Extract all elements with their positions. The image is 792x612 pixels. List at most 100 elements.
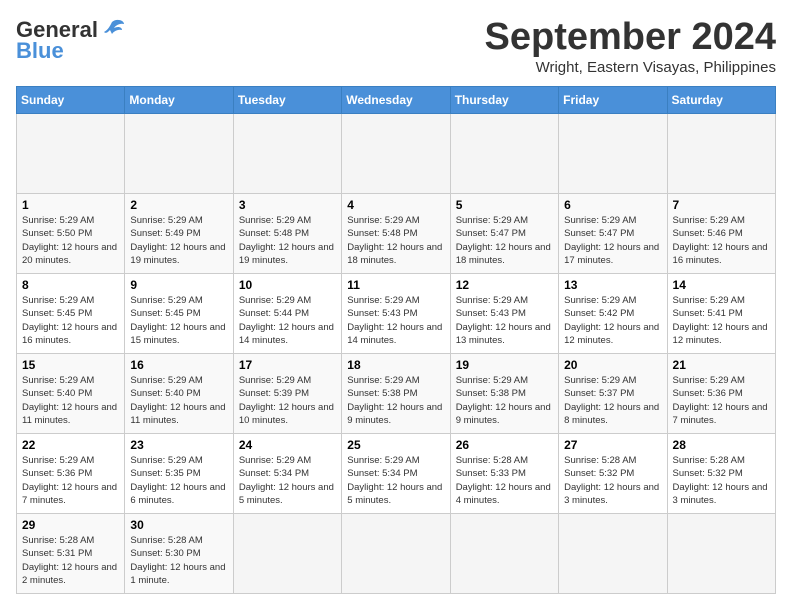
day-number: 7 xyxy=(673,198,770,212)
table-row: 20 Sunrise: 5:29 AM Sunset: 5:37 PM Dayli… xyxy=(559,354,667,434)
title-block: September 2024 Wright, Eastern Visayas, … xyxy=(485,16,777,76)
day-info: Sunrise: 5:29 AM Sunset: 5:39 PM Dayligh… xyxy=(239,374,336,427)
day-info: Sunrise: 5:29 AM Sunset: 5:34 PM Dayligh… xyxy=(239,454,336,507)
day-info: Sunrise: 5:29 AM Sunset: 5:37 PM Dayligh… xyxy=(564,374,661,427)
table-row xyxy=(342,514,450,594)
day-info: Sunrise: 5:29 AM Sunset: 5:36 PM Dayligh… xyxy=(22,454,119,507)
table-row: 6Sunrise: 5:29 AM Sunset: 5:47 PM Daylig… xyxy=(559,194,667,274)
table-row: 24 Sunrise: 5:29 AM Sunset: 5:34 PM Dayli… xyxy=(233,434,341,514)
day-info: Sunrise: 5:29 AM Sunset: 5:43 PM Dayligh… xyxy=(347,294,444,347)
day-number: 13 xyxy=(564,278,661,292)
day-number: 29 xyxy=(22,518,119,532)
day-info: Sunrise: 5:29 AM Sunset: 5:36 PM Dayligh… xyxy=(673,374,770,427)
table-row: 1 Sunrise: 5:29 AM Sunset: 5:50 PM Daylig… xyxy=(17,194,125,274)
table-row: 22Sunrise: 5:29 AM Sunset: 5:36 PM Dayli… xyxy=(17,434,125,514)
day-number: 18 xyxy=(347,358,444,372)
day-number: 6 xyxy=(564,198,661,212)
day-info: Sunrise: 5:29 AM Sunset: 5:48 PM Dayligh… xyxy=(347,214,444,267)
day-number: 23 xyxy=(130,438,227,452)
day-number: 28 xyxy=(673,438,770,452)
day-info: Sunrise: 5:29 AM Sunset: 5:42 PM Dayligh… xyxy=(564,294,661,347)
col-saturday: Saturday xyxy=(667,87,775,114)
table-row: 4Sunrise: 5:29 AM Sunset: 5:48 PM Daylig… xyxy=(342,194,450,274)
day-info: Sunrise: 5:29 AM Sunset: 5:38 PM Dayligh… xyxy=(347,374,444,427)
calendar-header-row: Sunday Monday Tuesday Wednesday Thursday… xyxy=(17,87,776,114)
table-row: 12Sunrise: 5:29 AM Sunset: 5:43 PM Dayli… xyxy=(450,274,558,354)
table-row: 16Sunrise: 5:29 AM Sunset: 5:40 PM Dayli… xyxy=(125,354,233,434)
col-wednesday: Wednesday xyxy=(342,87,450,114)
col-friday: Friday xyxy=(559,87,667,114)
day-info: Sunrise: 5:29 AM Sunset: 5:50 PM Dayligh… xyxy=(22,214,119,267)
table-row xyxy=(450,514,558,594)
calendar-week-row xyxy=(17,114,776,194)
day-number: 19 xyxy=(456,358,553,372)
table-row: 19 Sunrise: 5:29 AM Sunset: 5:38 PM Dayli… xyxy=(450,354,558,434)
day-info: Sunrise: 5:29 AM Sunset: 5:43 PM Dayligh… xyxy=(456,294,553,347)
day-number: 11 xyxy=(347,278,444,292)
day-info: Sunrise: 5:29 AM Sunset: 5:48 PM Dayligh… xyxy=(239,214,336,267)
day-info: Sunrise: 5:28 AM Sunset: 5:31 PM Dayligh… xyxy=(22,534,119,587)
calendar-week-row: 29 Sunrise: 5:28 AM Sunset: 5:31 PM Dayli… xyxy=(17,514,776,594)
table-row xyxy=(233,514,341,594)
col-sunday: Sunday xyxy=(17,87,125,114)
day-number: 15 xyxy=(22,358,119,372)
table-row: 7 Sunrise: 5:29 AM Sunset: 5:46 PM Daylig… xyxy=(667,194,775,274)
table-row: 3 Sunrise: 5:29 AM Sunset: 5:48 PM Daylig… xyxy=(233,194,341,274)
table-row: 15 Sunrise: 5:29 AM Sunset: 5:40 PM Dayli… xyxy=(17,354,125,434)
day-number: 10 xyxy=(239,278,336,292)
day-info: Sunrise: 5:28 AM Sunset: 5:32 PM Dayligh… xyxy=(673,454,770,507)
day-info: Sunrise: 5:29 AM Sunset: 5:34 PM Dayligh… xyxy=(347,454,444,507)
table-row xyxy=(450,114,558,194)
day-number: 3 xyxy=(239,198,336,212)
table-row: 9Sunrise: 5:29 AM Sunset: 5:45 PM Daylig… xyxy=(125,274,233,354)
col-tuesday: Tuesday xyxy=(233,87,341,114)
table-row xyxy=(559,514,667,594)
day-info: Sunrise: 5:29 AM Sunset: 5:38 PM Dayligh… xyxy=(456,374,553,427)
day-number: 1 xyxy=(22,198,119,212)
table-row: 2 Sunrise: 5:29 AM Sunset: 5:49 PM Daylig… xyxy=(125,194,233,274)
day-number: 9 xyxy=(130,278,227,292)
table-row xyxy=(667,114,775,194)
table-row: 30Sunrise: 5:28 AM Sunset: 5:30 PM Dayli… xyxy=(125,514,233,594)
day-info: Sunrise: 5:29 AM Sunset: 5:46 PM Dayligh… xyxy=(673,214,770,267)
table-row: 13 Sunrise: 5:29 AM Sunset: 5:42 PM Dayli… xyxy=(559,274,667,354)
calendar-week-row: 22Sunrise: 5:29 AM Sunset: 5:36 PM Dayli… xyxy=(17,434,776,514)
month-title: September 2024 xyxy=(485,16,777,59)
day-number: 2 xyxy=(130,198,227,212)
day-info: Sunrise: 5:29 AM Sunset: 5:40 PM Dayligh… xyxy=(22,374,119,427)
day-info: Sunrise: 5:29 AM Sunset: 5:45 PM Dayligh… xyxy=(22,294,119,347)
calendar-week-row: 15 Sunrise: 5:29 AM Sunset: 5:40 PM Dayli… xyxy=(17,354,776,434)
day-info: Sunrise: 5:28 AM Sunset: 5:33 PM Dayligh… xyxy=(456,454,553,507)
day-number: 8 xyxy=(22,278,119,292)
table-row: 21Sunrise: 5:29 AM Sunset: 5:36 PM Dayli… xyxy=(667,354,775,434)
day-number: 24 xyxy=(239,438,336,452)
table-row xyxy=(559,114,667,194)
table-row: 27 Sunrise: 5:28 AM Sunset: 5:32 PM Dayli… xyxy=(559,434,667,514)
day-info: Sunrise: 5:29 AM Sunset: 5:44 PM Dayligh… xyxy=(239,294,336,347)
table-row xyxy=(17,114,125,194)
calendar-week-row: 1 Sunrise: 5:29 AM Sunset: 5:50 PM Daylig… xyxy=(17,194,776,274)
day-number: 26 xyxy=(456,438,553,452)
day-number: 27 xyxy=(564,438,661,452)
table-row xyxy=(667,514,775,594)
day-number: 14 xyxy=(673,278,770,292)
col-monday: Monday xyxy=(125,87,233,114)
table-row: 14 Sunrise: 5:29 AM Sunset: 5:41 PM Dayli… xyxy=(667,274,775,354)
table-row: 17Sunrise: 5:29 AM Sunset: 5:39 PM Dayli… xyxy=(233,354,341,434)
day-number: 5 xyxy=(456,198,553,212)
day-info: Sunrise: 5:29 AM Sunset: 5:41 PM Dayligh… xyxy=(673,294,770,347)
day-info: Sunrise: 5:29 AM Sunset: 5:49 PM Dayligh… xyxy=(130,214,227,267)
table-row: 23Sunrise: 5:29 AM Sunset: 5:35 PM Dayli… xyxy=(125,434,233,514)
calendar-table: Sunday Monday Tuesday Wednesday Thursday… xyxy=(16,86,776,594)
table-row: 25 Sunrise: 5:29 AM Sunset: 5:34 PM Dayli… xyxy=(342,434,450,514)
table-row xyxy=(125,114,233,194)
table-row: 8 Sunrise: 5:29 AM Sunset: 5:45 PM Daylig… xyxy=(17,274,125,354)
day-number: 20 xyxy=(564,358,661,372)
logo-bird-icon xyxy=(98,16,126,44)
table-row: 11 Sunrise: 5:29 AM Sunset: 5:43 PM Dayli… xyxy=(342,274,450,354)
table-row: 29 Sunrise: 5:28 AM Sunset: 5:31 PM Dayli… xyxy=(17,514,125,594)
day-number: 25 xyxy=(347,438,444,452)
day-info: Sunrise: 5:28 AM Sunset: 5:32 PM Dayligh… xyxy=(564,454,661,507)
calendar-week-row: 8 Sunrise: 5:29 AM Sunset: 5:45 PM Daylig… xyxy=(17,274,776,354)
day-number: 30 xyxy=(130,518,227,532)
